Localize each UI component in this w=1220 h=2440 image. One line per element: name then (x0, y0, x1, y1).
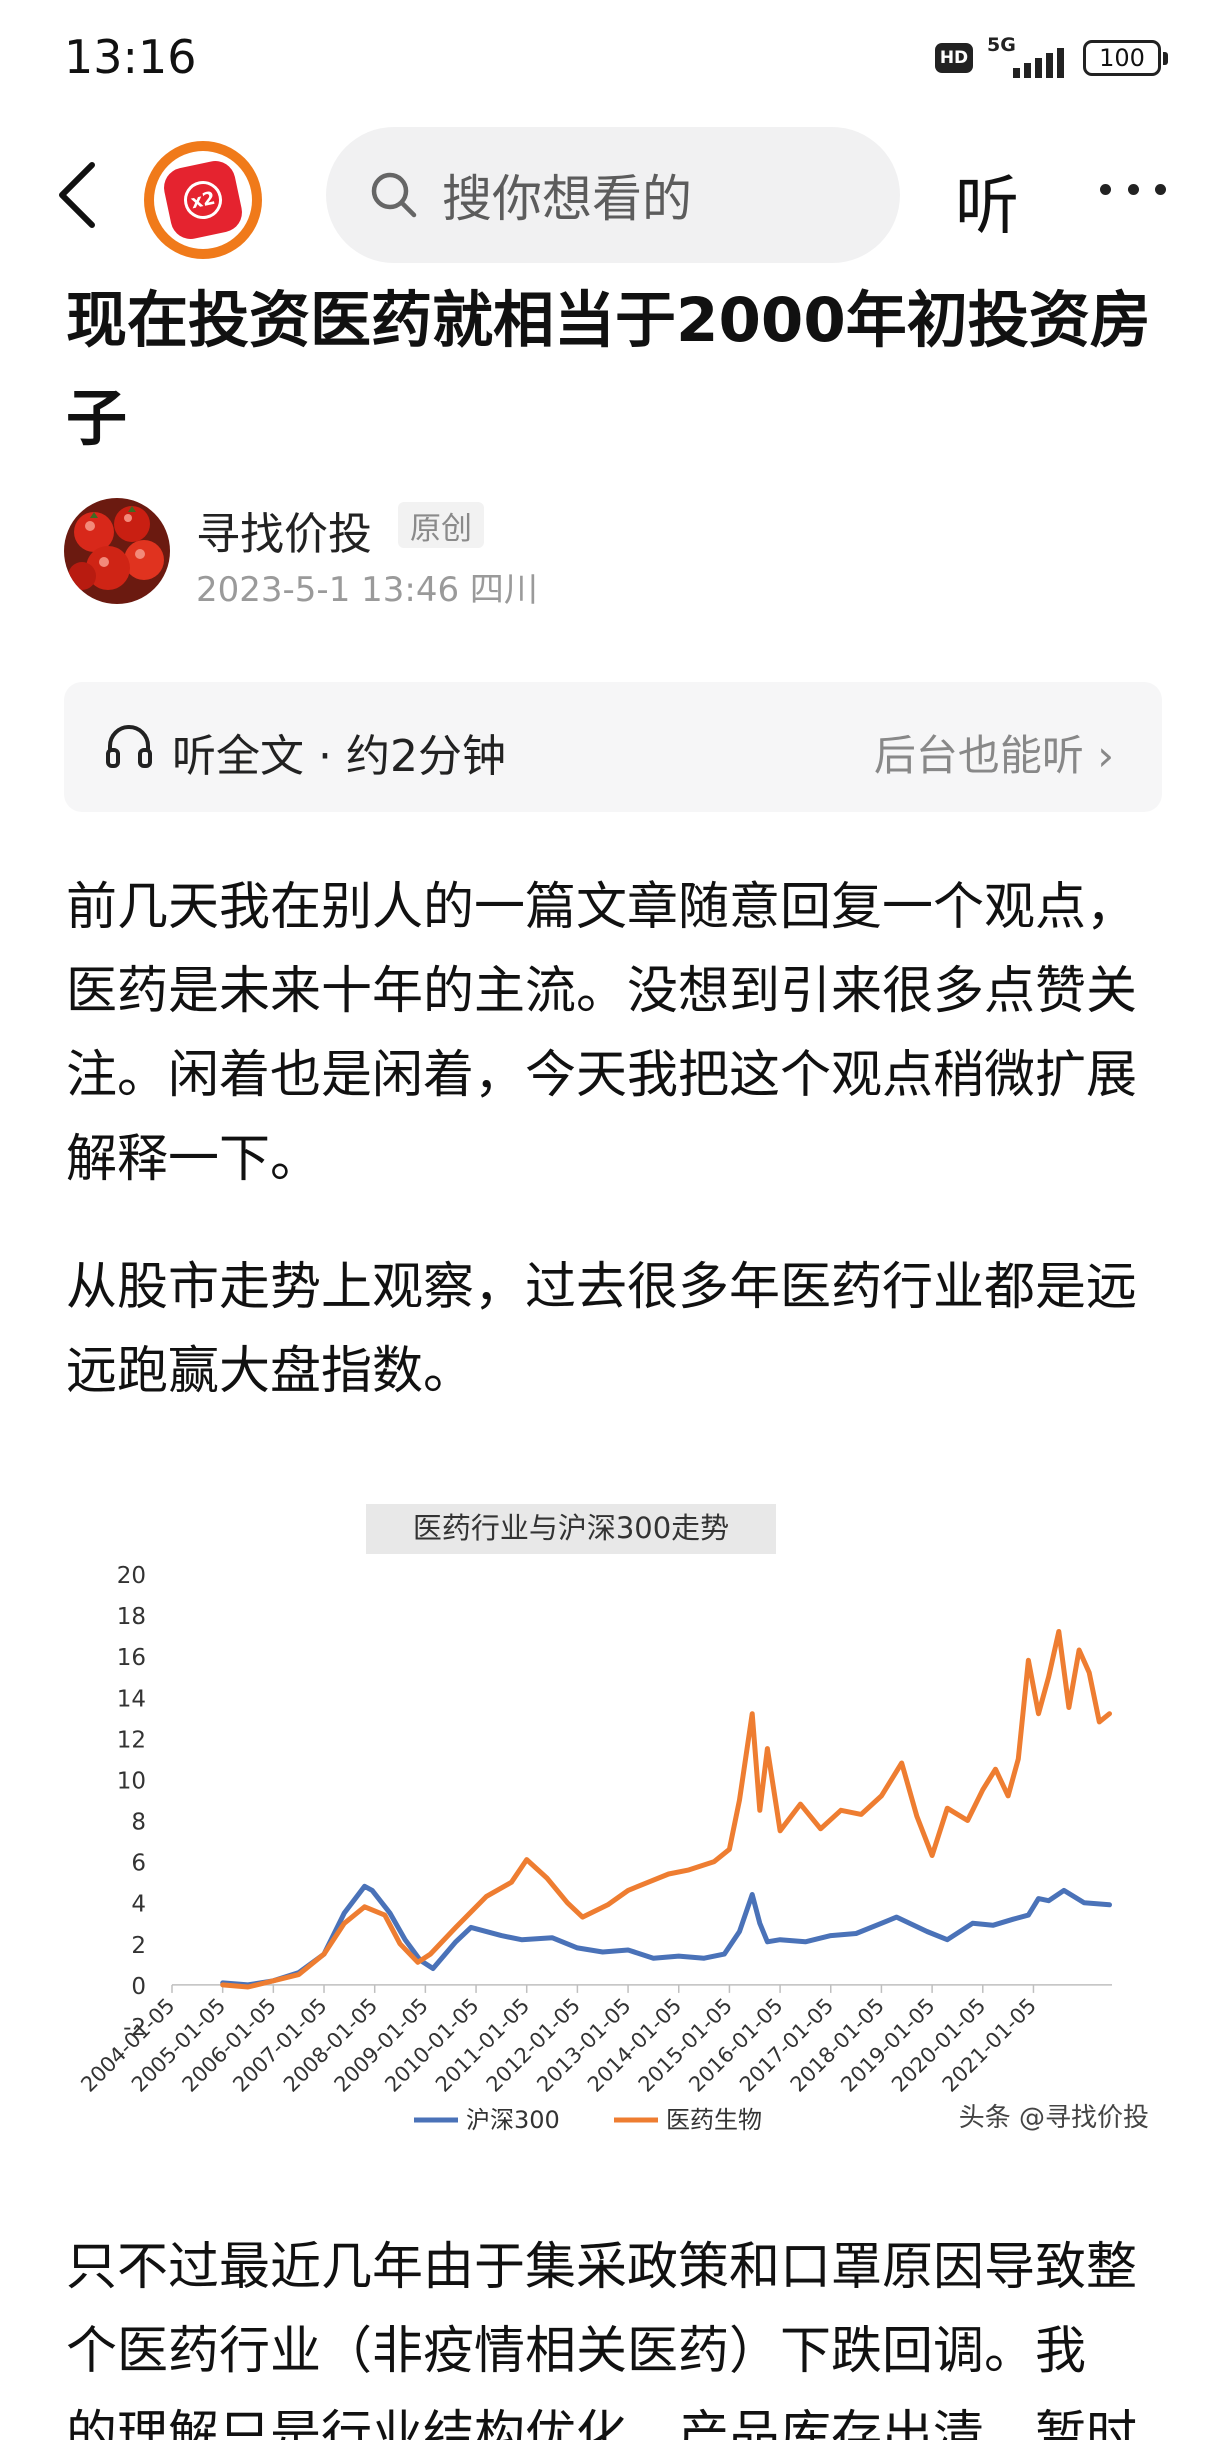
y-tick-label: 12 (117, 1727, 146, 1753)
back-arrow-icon (59, 162, 95, 228)
author-info: 寻找价投 原创 2023-5-1 13:46 四川 (64, 494, 1164, 610)
battery-level: 100 (1083, 40, 1161, 76)
logo-badge: x2 (180, 177, 226, 223)
article-paragraph: 前几天我在别人的一篇文章随意回复一个观点，医药是未来十年的主流。没想到引来很多点… (66, 878, 1138, 1189)
chart-image[interactable]: 医药行业与沪深300走势 -2 0 2 4 6 8 10 12 14 16 18 20 2004-01-0… (64, 1466, 1164, 2166)
status-time: 13:16 (64, 30, 197, 84)
y-tick-label: 10 (117, 1768, 146, 1794)
chevron-right-icon: › (1097, 731, 1114, 780)
publish-meta: 2023-5-1 13:46 四川 (196, 570, 538, 610)
signal-icon: 5G (987, 34, 1069, 78)
legend-label: 医药生物 (666, 2106, 762, 2134)
chart-watermark: 头条 @寻找价投 (959, 2103, 1149, 2133)
y-tick-label: 18 (117, 1604, 146, 1630)
line-chart: 医药行业与沪深300走势-2024681012141618202004-01-0… (76, 1504, 1149, 2134)
hd-icon: HD (935, 43, 973, 73)
author-name[interactable]: 寻找价投 (196, 498, 372, 562)
series-line-hs300 (220, 1883, 1112, 1988)
red-packet-icon: x2 (160, 157, 246, 243)
article-paragraph-cut: 的理解只是行业结构优化，产品库存出清，暂时 (66, 2406, 1138, 2440)
top-nav-bar: x2 搜你想看的 听 (0, 125, 1220, 265)
y-tick-label: 8 (131, 1810, 146, 1836)
network-type: 5G (987, 34, 1016, 56)
background-play-link[interactable]: 后台也能听 › (874, 722, 1114, 783)
article-title: 现在投资医药就相当于2000年初投资房子 (66, 285, 1151, 454)
listen-full-text-label: 听全文 · 约2分钟 (172, 731, 506, 782)
back-button[interactable] (52, 155, 112, 235)
headphone-icon (106, 725, 152, 768)
battery-icon: 100 (1083, 40, 1168, 76)
status-bar: 13:16 HD 5G 100 (0, 0, 1220, 120)
series-line-pharma (220, 1629, 1112, 1990)
search-placeholder: 搜你想看的 (442, 170, 692, 228)
y-tick-label: 14 (117, 1686, 146, 1712)
legend-label: 沪深300 (466, 2106, 560, 2134)
more-icon[interactable] (1100, 163, 1166, 215)
status-icons: HD 5G 100 (935, 34, 1168, 78)
background-play-label: 后台也能听 (873, 731, 1084, 780)
y-tick-label: 2 (131, 1933, 146, 1959)
y-tick-label: 0 (131, 1974, 146, 2000)
search-input[interactable]: 搜你想看的 (326, 127, 900, 263)
chart-title: 医药行业与沪深300走势 (413, 1511, 729, 1545)
avatar[interactable] (64, 498, 170, 604)
original-badge: 原创 (398, 502, 484, 548)
listen-button[interactable]: 听 (955, 155, 1019, 247)
y-tick-label: 6 (131, 1851, 146, 1877)
y-tick-label: 20 (117, 1563, 146, 1589)
article-paragraph: 从股市走势上观察，过去很多年医药行业都是远远跑赢大盘指数。 (66, 1258, 1138, 1401)
y-tick-label: 16 (117, 1645, 146, 1671)
y-tick-label: 4 (131, 1892, 146, 1918)
search-icon (371, 172, 417, 218)
reward-logo-button[interactable]: x2 (144, 141, 262, 259)
article-paragraph: 只不过最近几年由于集采政策和口罩原因导致整个医药行业（非疫情相关医药）下跌回调。… (66, 2238, 1138, 2381)
listen-full-text-panel[interactable]: 听全文 · 约2分钟 后台也能听 › (64, 682, 1162, 812)
